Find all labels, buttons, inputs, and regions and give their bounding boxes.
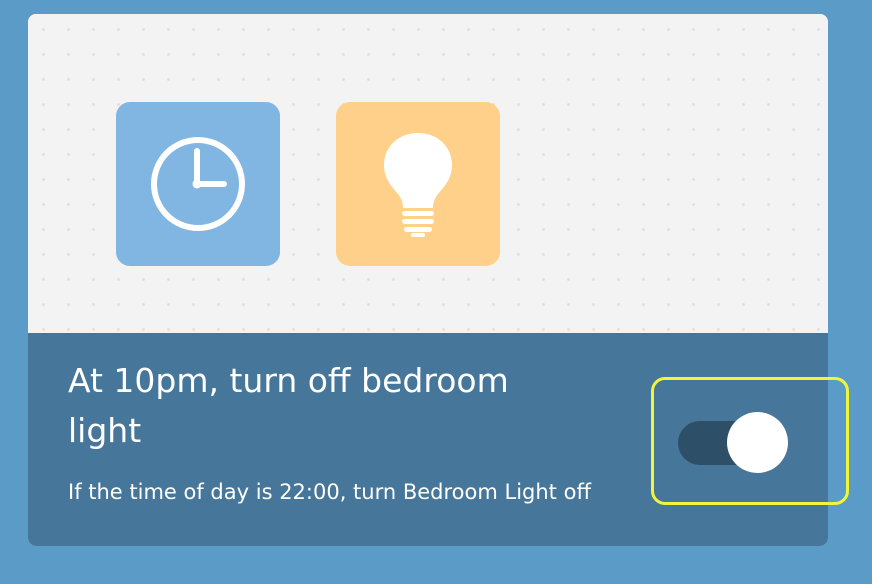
trigger-tile [116,102,280,266]
action-tile [336,102,500,266]
applet-title: At 10pm, turn off bedroom light [68,361,509,450]
toggle-knob[interactable] [727,412,788,473]
applet-canvas [28,14,828,333]
light-bulb-icon [384,133,452,237]
clock-icon [151,137,245,231]
applet-description: If the time of day is 22:00, turn Bedroo… [68,480,591,504]
